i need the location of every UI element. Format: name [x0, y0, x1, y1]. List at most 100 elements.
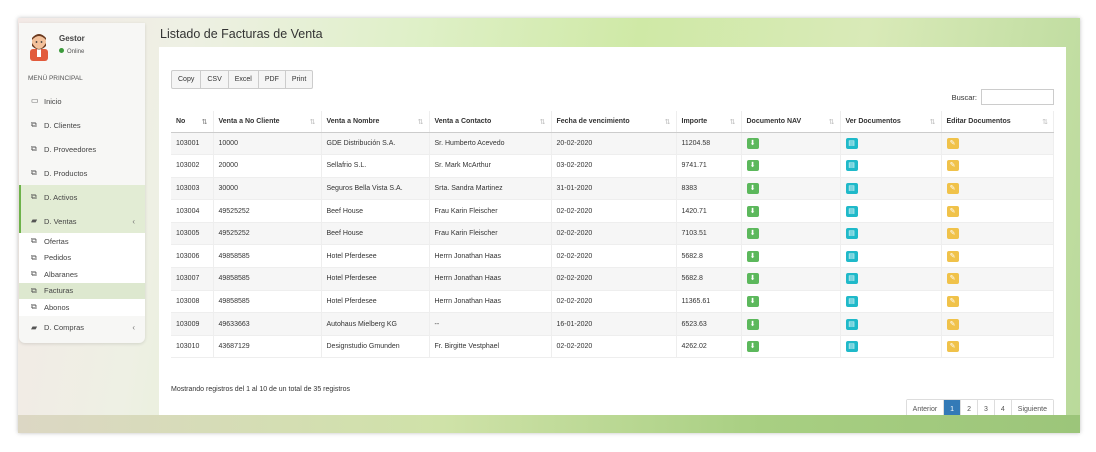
- edit-icon[interactable]: ✎: [946, 295, 959, 307]
- document-view-icon[interactable]: ▤: [845, 160, 858, 172]
- cell-action: ⬇: [741, 335, 841, 359]
- table-row: 103005 49525252 Beef House Frau Karin Fleis…: [171, 222, 1054, 246]
- invoices-table: No ⇅ Venta a No Cliente ⇅ Venta a Nombre ⇅ …: [171, 111, 1054, 359]
- cell-importe: 11365.61: [676, 290, 742, 314]
- document-view-icon[interactable]: ▤: [845, 182, 858, 194]
- cell-importe: 4262.02: [676, 335, 742, 359]
- cell-fecha: 02-02-2020: [551, 222, 677, 246]
- col-header-importe[interactable]: Importe ⇅: [676, 111, 742, 133]
- edit-icon[interactable]: ✎: [946, 318, 959, 330]
- col-header-ver-documentos[interactable]: Ver Documentos ⇅: [840, 111, 942, 133]
- sub-item-pedidos[interactable]: ⧉ Pedidos: [19, 250, 145, 267]
- edit-icon[interactable]: ✎: [946, 182, 959, 194]
- sub-item-ofertas[interactable]: ⧉ Ofertas: [19, 233, 145, 250]
- download-icon[interactable]: ⬇: [746, 228, 759, 240]
- download-icon[interactable]: ⬇: [746, 295, 759, 307]
- col-header-nombre[interactable]: Venta a Nombre ⇅: [321, 111, 430, 133]
- download-icon[interactable]: ⬇: [746, 160, 759, 172]
- copy-icon: ⧉: [31, 236, 37, 246]
- pagination-page-3[interactable]: 3: [977, 400, 995, 418]
- col-header-contacto[interactable]: Venta a Contacto ⇅: [429, 111, 552, 133]
- nav-item-compras[interactable]: ▰ D. Compras ‹: [19, 316, 145, 340]
- download-icon[interactable]: ⬇: [746, 137, 759, 149]
- nav-item-proveedores[interactable]: ⧉ D. Proveedores: [19, 137, 145, 161]
- nav-item-label: D. Compras: [44, 323, 85, 332]
- edit-icon[interactable]: ✎: [946, 273, 959, 285]
- cell-importe: 6523.63: [676, 312, 742, 336]
- cell-no: 103009: [171, 312, 214, 336]
- pagination-page-4[interactable]: 4: [994, 400, 1012, 418]
- document-view-icon[interactable]: ▤: [845, 341, 858, 353]
- edit-icon[interactable]: ✎: [946, 137, 959, 149]
- download-icon[interactable]: ⬇: [746, 273, 759, 285]
- cell-cliente: 10000: [213, 132, 322, 156]
- search-input[interactable]: [981, 89, 1054, 105]
- cell-action: ⬇: [741, 132, 841, 156]
- download-icon[interactable]: ⬇: [746, 182, 759, 194]
- csv-button[interactable]: CSV: [201, 71, 229, 88]
- cell-contacto: Sr. Mark McArthur: [429, 154, 552, 178]
- pagination-next-button[interactable]: Siguiente: [1011, 400, 1053, 418]
- document-view-icon[interactable]: ▤: [845, 295, 858, 307]
- user-status: Online: [59, 48, 84, 55]
- main-nav: ▭ Inicio ⧉ D. Clientes ⧉ D. Proveedores …: [19, 89, 145, 340]
- sub-item-albaranes[interactable]: ⧉ Albaranes: [19, 266, 145, 283]
- col-header-documento-nav[interactable]: Documento NAV ⇅: [741, 111, 841, 133]
- document-view-icon[interactable]: ▤: [845, 137, 858, 149]
- document-view-icon[interactable]: ▤: [845, 205, 858, 217]
- col-header-cliente[interactable]: Venta a No Cliente ⇅: [213, 111, 322, 133]
- document-view-icon[interactable]: ▤: [845, 318, 858, 330]
- document-view-icon[interactable]: ▤: [845, 273, 858, 285]
- edit-icon[interactable]: ✎: [946, 160, 959, 172]
- document-view-icon[interactable]: ▤: [845, 228, 858, 240]
- col-header-editar-documentos[interactable]: Editar Documentos ⇅: [941, 111, 1054, 133]
- cell-importe: 7103.51: [676, 222, 742, 246]
- cell-action: ⬇: [741, 267, 841, 291]
- cell-importe: 9741.71: [676, 154, 742, 178]
- edit-icon[interactable]: ✎: [946, 228, 959, 240]
- sub-item-facturas[interactable]: ⧉ Facturas: [19, 282, 145, 299]
- nav-item-label: D. Productos: [44, 168, 88, 178]
- pagination-page-2[interactable]: 2: [961, 400, 978, 418]
- pagination-prev-button[interactable]: Anterior: [906, 400, 945, 418]
- cell-no: 103010: [171, 335, 214, 359]
- edit-icon[interactable]: ✎: [946, 341, 959, 353]
- excel-button[interactable]: Excel: [229, 71, 259, 88]
- edit-icon[interactable]: ✎: [946, 250, 959, 262]
- copy-button[interactable]: Copy: [172, 71, 202, 88]
- cell-action: ▤: [840, 154, 942, 178]
- nav-item-clientes[interactable]: ⧉ D. Clientes: [19, 113, 145, 137]
- nav-item-activos[interactable]: ⧉ D. Activos: [19, 185, 145, 209]
- col-header-label: Venta a Nombre: [326, 117, 380, 125]
- copy-icon: ⧉: [31, 120, 37, 129]
- print-button[interactable]: Print: [286, 71, 312, 88]
- nav-item-inicio[interactable]: ▭ Inicio: [19, 89, 145, 113]
- cell-no: 103003: [171, 177, 214, 201]
- document-view-icon[interactable]: ▤: [845, 250, 858, 262]
- download-icon[interactable]: ⬇: [746, 250, 759, 262]
- user-status-label: Online: [67, 49, 85, 55]
- cell-fecha: 02-02-2020: [551, 335, 677, 359]
- cell-importe: 5682.8: [676, 244, 742, 269]
- col-header-fecha[interactable]: Fecha de vencimiento ⇅: [551, 111, 677, 133]
- cell-no: 103004: [171, 199, 214, 223]
- pagination-page-1[interactable]: 1: [944, 400, 962, 418]
- col-header-no[interactable]: No ⇅: [171, 111, 214, 133]
- chevron-left-icon: ‹: [132, 323, 135, 332]
- download-icon[interactable]: ⬇: [746, 341, 759, 353]
- cell-contacto: Srta. Sandra Martinez: [429, 177, 552, 201]
- sort-asc-icon: ⇅: [201, 118, 208, 126]
- pdf-button[interactable]: PDF: [259, 71, 286, 88]
- nav-item-ventas[interactable]: ▰ D. Ventas ‹: [19, 209, 145, 233]
- search-label: Buscar:: [951, 92, 977, 102]
- nav-item-productos[interactable]: ⧉ D. Productos: [19, 161, 145, 185]
- edit-icon[interactable]: ✎: [946, 205, 959, 217]
- page-title: Listado de Facturas de Venta: [160, 27, 323, 41]
- cell-action: ⬇: [741, 199, 841, 223]
- sort-icon: ⇅: [539, 118, 546, 126]
- cell-no: 103001: [171, 132, 214, 156]
- download-icon[interactable]: ⬇: [746, 205, 759, 217]
- sub-item-abonos[interactable]: ⧉ Abonos: [19, 299, 145, 316]
- download-icon[interactable]: ⬇: [746, 318, 759, 330]
- sort-icon: ⇅: [309, 118, 316, 126]
